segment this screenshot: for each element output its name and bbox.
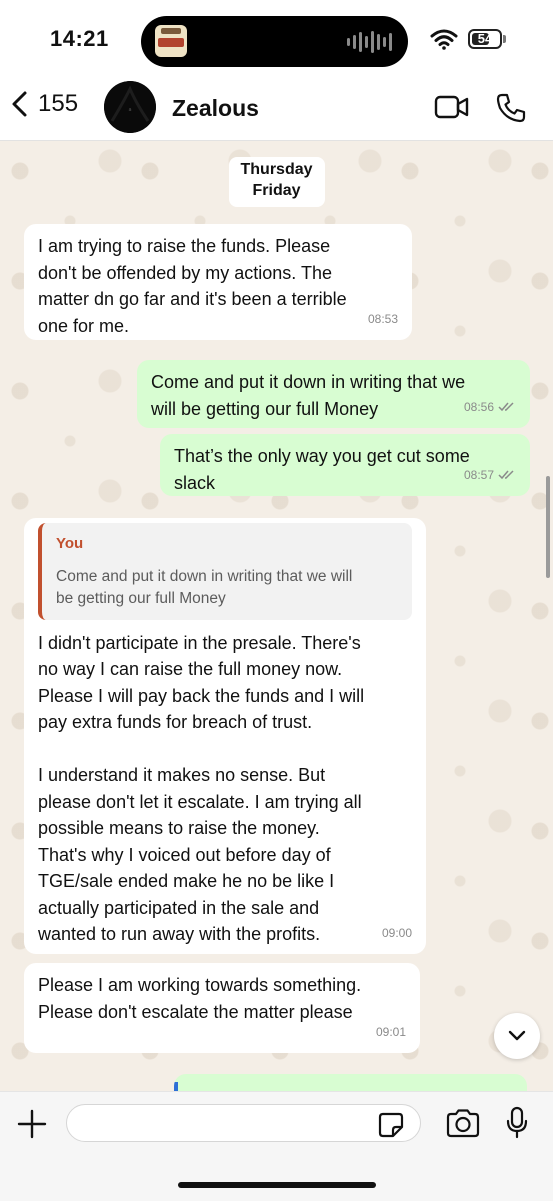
message-text: Please I am working towards something. P… (38, 975, 362, 1022)
message-text: I didn't participate in the presale. The… (38, 632, 365, 945)
now-playing-thumbnail (155, 25, 187, 57)
audio-waveform-icon (347, 30, 392, 54)
battery-level: 54 (477, 31, 493, 46)
quote-text: Come and put it down in writing that we … (56, 567, 353, 607)
home-indicator (178, 1182, 376, 1188)
battery-icon: 54 (468, 29, 502, 49)
status-time: 14:21 (50, 26, 109, 51)
message-text: I am trying to raise the funds. Please d… (38, 236, 347, 336)
back-button[interactable]: 155 (10, 90, 78, 118)
message-input[interactable] (66, 1104, 421, 1142)
message-time: 08:56 (463, 399, 494, 414)
svg-text:a: a (128, 107, 131, 113)
chevron-left-icon (12, 91, 27, 117)
message-time: 09:00 (381, 925, 412, 940)
message-time: 09:01 (375, 1024, 406, 1039)
date-chip: Thursday Friday (228, 157, 325, 207)
double-check-icon (498, 402, 514, 411)
quote-author: You (56, 535, 84, 552)
message-bubble-incoming[interactable]: Please I am working towards something. P… (24, 963, 420, 1053)
message-bubble-outgoing[interactable]: That’s the only way you get cut some sla… (160, 434, 530, 496)
scroll-to-bottom-button[interactable] (494, 1013, 540, 1059)
microphone-icon[interactable] (505, 1106, 529, 1140)
unread-count: 155 (38, 90, 79, 117)
sticker-icon[interactable] (378, 1112, 404, 1138)
date-chip-friday: Friday (252, 182, 301, 199)
wifi-icon (430, 29, 458, 50)
chat-header: 155 a Zealous (0, 80, 553, 141)
avatar-image: a (104, 81, 156, 133)
chat-area[interactable]: Thursday Friday I am trying to raise the… (0, 141, 553, 1091)
message-text: Come and put it down in writing that we … (151, 372, 466, 419)
message-bubble-outgoing[interactable]: Come and put it down in writing that we … (137, 360, 530, 428)
message-bubble-incoming[interactable]: I am trying to raise the funds. Please d… (24, 224, 412, 340)
camera-icon[interactable] (445, 1108, 481, 1138)
voice-call-button[interactable] (495, 92, 527, 124)
message-bubble-incoming-reply[interactable]: You Come and put it down in writing that… (24, 518, 426, 954)
plus-icon[interactable] (16, 1108, 48, 1140)
video-call-button[interactable] (434, 94, 470, 120)
contact-avatar[interactable]: a (104, 81, 156, 133)
dynamic-island[interactable] (141, 16, 408, 67)
date-chip-thursday: Thursday (240, 161, 313, 178)
message-time: 08:57 (463, 467, 494, 482)
reply-quote[interactable]: You Come and put it down in writing that… (38, 523, 412, 620)
message-time: 08:53 (367, 311, 398, 326)
status-bar: 14:21 54 (0, 0, 553, 80)
double-check-icon (498, 470, 514, 479)
chevron-down-icon (508, 1030, 526, 1041)
scroll-indicator (546, 476, 550, 578)
contact-name[interactable]: Zealous (172, 95, 259, 122)
